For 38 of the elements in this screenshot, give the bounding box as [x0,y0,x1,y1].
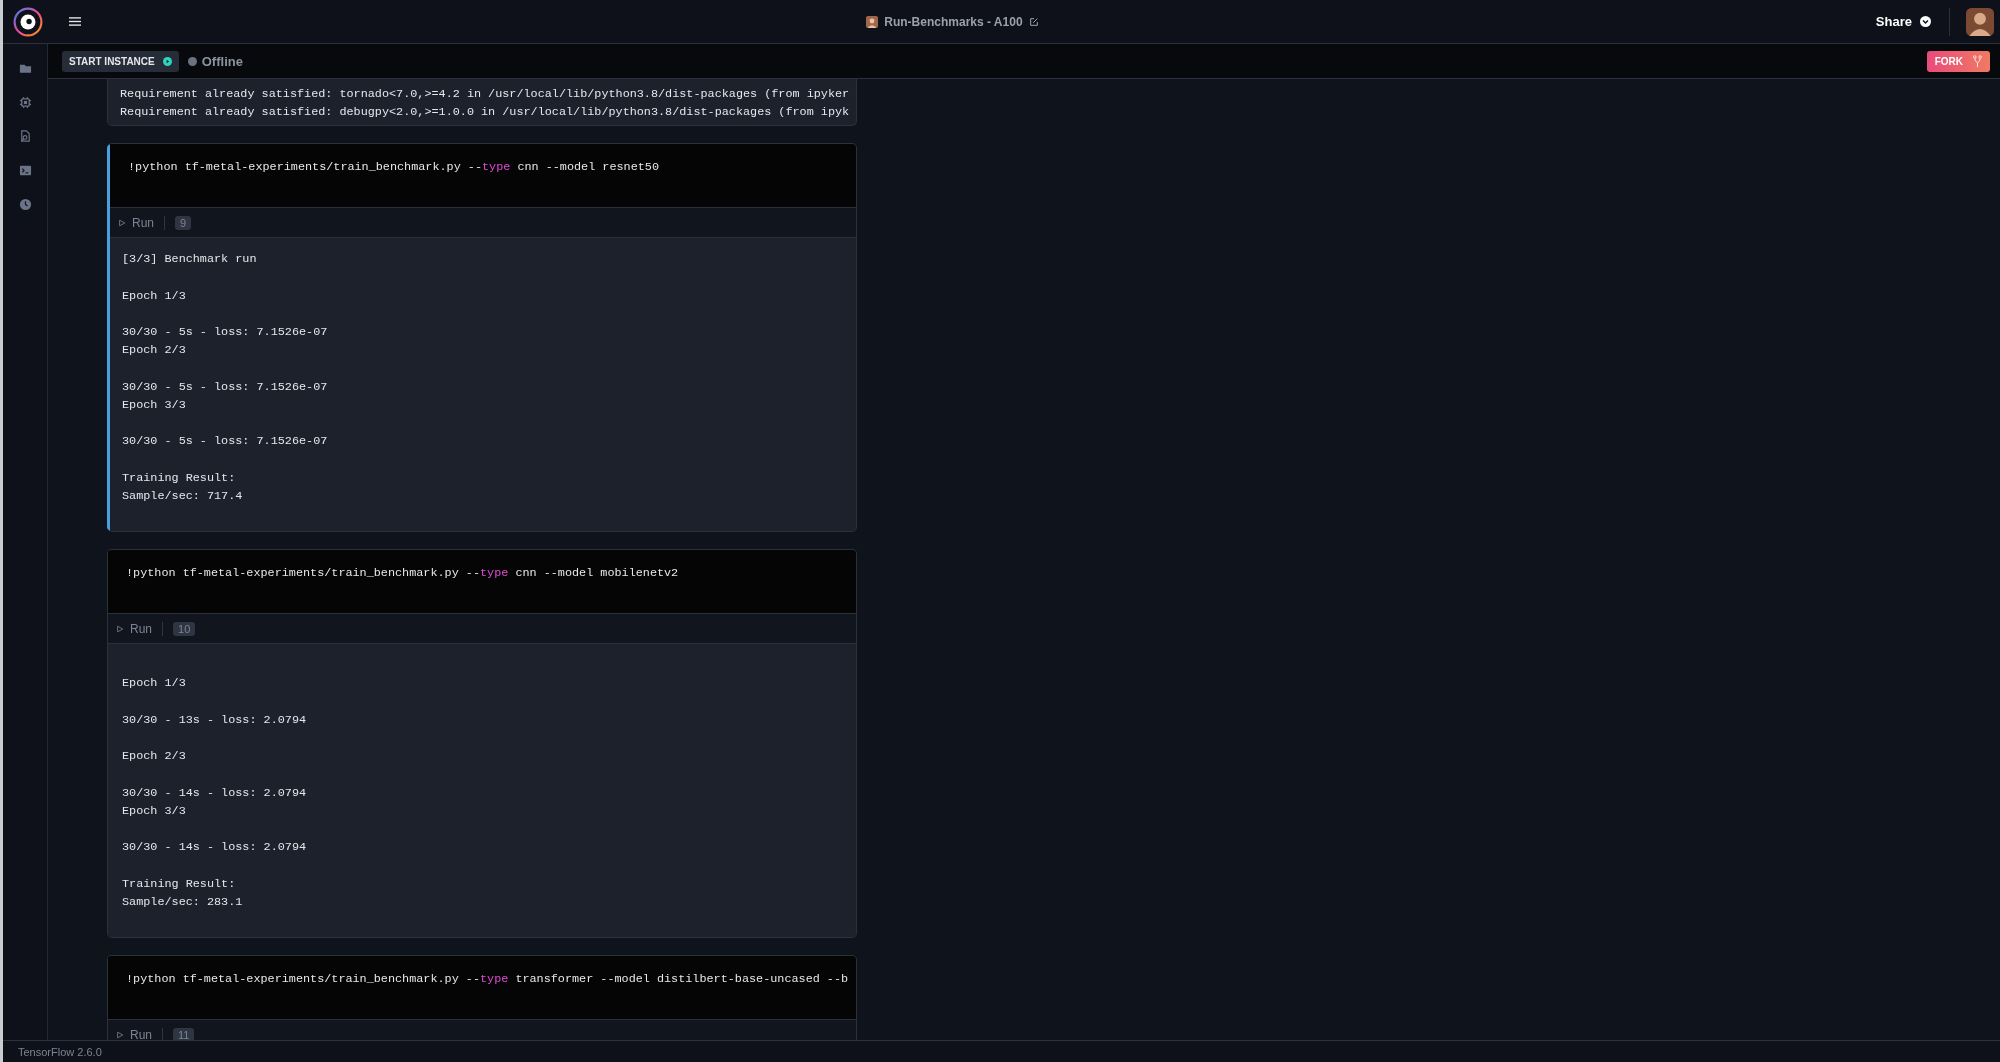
clock-icon[interactable] [18,198,32,211]
notebook-cell[interactable] [107,549,857,939]
notebook-cell[interactable] [107,143,857,533]
play-outline-icon [116,624,124,633]
run-button[interactable]: Run [116,1025,152,1040]
notebook-cell[interactable]: !python tf-metal-experiments/train_benchmark.py --type transformer --model distilbert-base-uncased --b Run 11 [107,955,857,1040]
play-icon [162,56,172,66]
status-label: Offline [201,53,243,69]
cell-output: [3/3] Benchmark run Epoch 1/3 30/30 - 5s - loss: 7.1526e-07 Epoch 2/3 30/30 - 5s - loss: 7.1526e-07 Epoch 3/3 30/30 - 5s - loss: 7.1526e-07 Training Result: Sample/sec: 717.4 [122,251,329,506]
execution-count: 10 [173,621,196,636]
execution-count: 11 [173,1027,195,1040]
fork-button[interactable]: FORK [1926,50,1990,72]
notebook-cell[interactable] [107,79,857,127]
play-outline-icon [116,1030,124,1039]
code-line: !python tf-metal-experiments/train_benchmark.py --type transformer --model distilbert-base-uncased --b [126,971,850,989]
play-outline-icon [118,218,126,227]
chip-icon[interactable] [18,96,32,109]
code-line: !python tf-metal-experiments/train_benchmark.py --type cnn --model resnet50 [128,159,660,177]
chevron-icon [1920,16,1931,27]
status-dot-icon [187,56,197,66]
execution-count: 9 [175,215,192,230]
code-line: !python tf-metal-experiments/train_benchmark.py --type cnn --model mobilenetv2 [126,565,680,583]
run-button[interactable]: Run [118,213,154,232]
edit-icon[interactable] [1028,16,1039,27]
terminal-icon[interactable] [18,164,32,177]
file-search-icon[interactable] [18,130,32,143]
logo-icon[interactable] [13,6,43,37]
menu-icon[interactable] [69,16,81,27]
share-button[interactable]: Share [1873,10,1933,33]
notebook-title: Run-Benchmarks - A100 [884,14,1023,29]
fork-icon [1973,54,1982,68]
start-instance-button[interactable]: START INSTANCE [62,50,179,72]
run-button[interactable]: Run [116,619,152,638]
avatar[interactable] [1966,7,1994,36]
avatar-icon [866,15,879,28]
folder-icon[interactable] [18,62,32,75]
status-text: TensorFlow 2.6.0 [18,1045,102,1058]
cell-output: Epoch 1/3 30/30 - 13s - loss: 2.0794 Epoch 2/3 30/30 - 14s - loss: 2.0794 Epoch 3/3 30/30 - 14s - loss: 2.0794 Training Result: Sample/sec: 283.1 [122,675,308,911]
